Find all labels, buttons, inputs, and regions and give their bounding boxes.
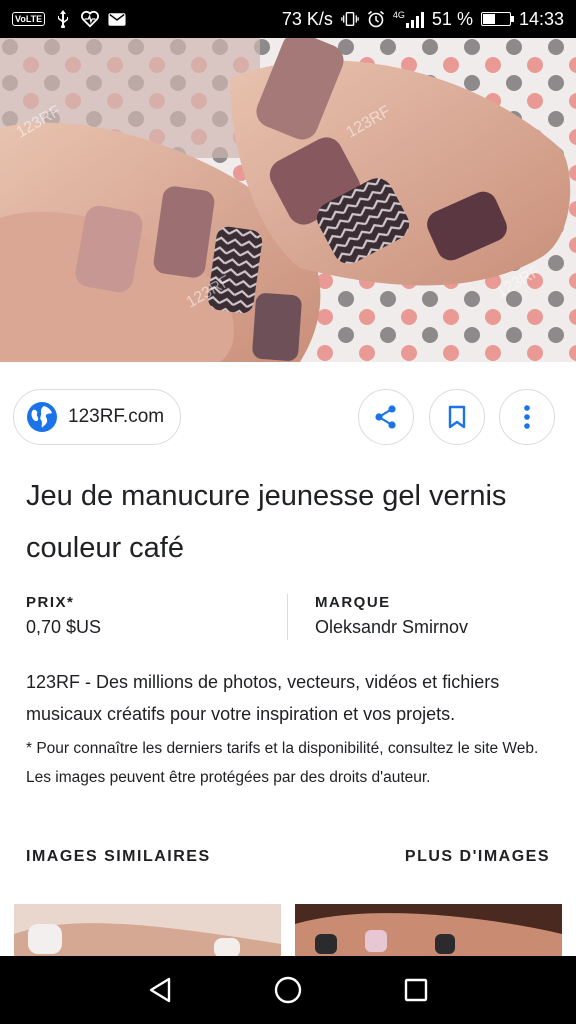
description: 123RF - Des millions de photos, vecteurs…: [26, 672, 500, 724]
brand-value: Oleksandr Smirnov: [315, 617, 469, 637]
similar-thumbnail-1: [14, 904, 281, 956]
similar-image-2[interactable]: [295, 904, 562, 956]
product-info: PRIX* 0,70 $US MARQUE Oleksandr Smirnov: [26, 594, 556, 642]
recents-square-icon: [404, 978, 428, 1002]
info-divider: [287, 594, 288, 640]
volte-badge: VoLTE: [12, 12, 46, 26]
manicure-photo: 123RF 123RF 123RF 123RF: [0, 38, 576, 362]
battery-fill: [482, 14, 496, 24]
more-vert-icon: [524, 405, 530, 429]
battery-icon: [480, 12, 514, 26]
back-triangle-icon: [149, 977, 171, 1003]
similar-image-1[interactable]: [14, 904, 281, 956]
price-value: 0,70 $US: [26, 617, 102, 637]
disclaimer-note: * Pour connaître les derniers tarifs et …: [26, 740, 539, 786]
result-image[interactable]: 123RF 123RF 123RF 123RF: [0, 38, 576, 362]
clock: 14:33: [518, 8, 564, 29]
price-section: PRIX* 0,70 $US: [26, 594, 101, 638]
status-left: VoLTE: [12, 10, 126, 28]
brand-section: MARQUE Oleksandr Smirnov: [315, 594, 468, 638]
price-label: PRIX*: [26, 594, 75, 611]
status-bar: VoLTE 73 K/s 4G 51 % 14:33: [0, 0, 576, 38]
back-button[interactable]: [140, 970, 180, 1010]
bookmark-icon: [448, 405, 466, 429]
more-options-button[interactable]: [499, 389, 555, 445]
source-site: 123RF.com: [68, 406, 165, 427]
alarm-icon: [367, 10, 385, 28]
share-icon: [375, 405, 396, 429]
usb-icon: [54, 10, 72, 28]
more-images-link[interactable]: PLUS D'IMAGES: [405, 848, 550, 866]
home-button[interactable]: [268, 970, 308, 1010]
network-speed: 73 K/s: [281, 8, 333, 29]
health-icon: [81, 10, 100, 28]
share-button[interactable]: [358, 389, 414, 445]
vibrate-icon: [341, 11, 359, 27]
result-title: Jeu de manucure jeunesse gel vernis coul…: [26, 480, 507, 564]
status-right: 73 K/s 4G 51 % 14:33: [282, 9, 564, 30]
mail-icon: [108, 11, 126, 27]
similar-thumbnail-2: [295, 904, 562, 956]
source-chip[interactable]: 123RF.com: [13, 389, 181, 445]
brand-label: MARQUE: [315, 594, 391, 611]
network-type: 4G: [392, 10, 405, 20]
signal-icon: [405, 12, 424, 28]
bookmark-button[interactable]: [429, 389, 485, 445]
signal-indicator: 4G: [393, 10, 424, 28]
similar-images-label[interactable]: IMAGES SIMILAIRES: [26, 848, 211, 866]
battery-percent: 51 %: [431, 8, 473, 29]
navigation-bar: [0, 956, 576, 1024]
globe-icon: [27, 402, 57, 432]
recents-button[interactable]: [396, 970, 436, 1010]
similar-images-header: IMAGES SIMILAIRES PLUS D'IMAGES: [26, 848, 550, 872]
home-circle-icon: [274, 976, 302, 1004]
source-row: 123RF.com: [0, 388, 576, 448]
